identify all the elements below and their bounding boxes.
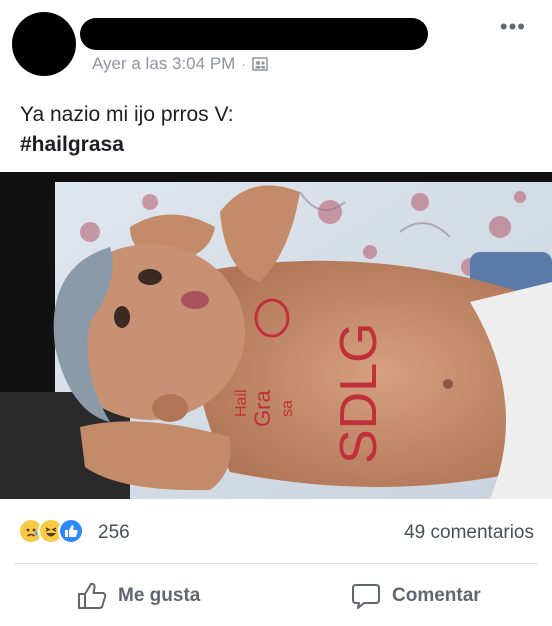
reaction-icons[interactable]	[18, 518, 84, 544]
more-options-icon[interactable]: •••	[500, 16, 526, 38]
baby-photo-illustration: Hail Gra sa SDLG	[0, 172, 552, 499]
post-text-line: Ya nazio mi ijo prros V:	[20, 103, 234, 126]
like-reaction-icon	[58, 518, 84, 544]
avatar[interactable]	[12, 12, 76, 76]
hashtag-link[interactable]: #hailgrasa	[20, 130, 532, 160]
post-meta: Ayer a las 3:04 PM ·	[92, 54, 268, 74]
comment-bubble-icon	[352, 584, 380, 609]
thumbs-up-icon	[78, 582, 107, 609]
post-timestamp[interactable]: Ayer a las 3:04 PM	[92, 54, 235, 74]
reactions-bar: 256 49 comentarios	[0, 510, 552, 550]
friends-icon	[252, 56, 268, 72]
post-text: Ya nazio mi ijo prros V: #hailgrasa	[20, 100, 532, 160]
like-button-label: Me gusta	[118, 585, 201, 606]
body-writing-sa: sa	[279, 400, 296, 417]
body-writing-gra: Gra	[250, 390, 275, 427]
post-header: Ayer a las 3:04 PM · •••	[0, 0, 552, 90]
body-writing-hail: Hail	[233, 389, 250, 417]
post-actions: Me gusta Comentar	[0, 570, 552, 622]
post-photo[interactable]: Hail Gra sa SDLG	[0, 172, 552, 499]
meta-separator: ·	[241, 56, 246, 72]
comment-button-label: Comentar	[392, 585, 481, 606]
comment-button[interactable]: Comentar	[350, 580, 481, 612]
reaction-count[interactable]: 256	[98, 522, 130, 544]
divider	[14, 563, 538, 564]
like-button[interactable]: Me gusta	[76, 580, 200, 612]
author-name-redacted[interactable]	[80, 18, 428, 50]
comments-count-link[interactable]: 49 comentarios	[404, 522, 534, 544]
body-writing-sdlg: SDLG	[330, 322, 388, 464]
